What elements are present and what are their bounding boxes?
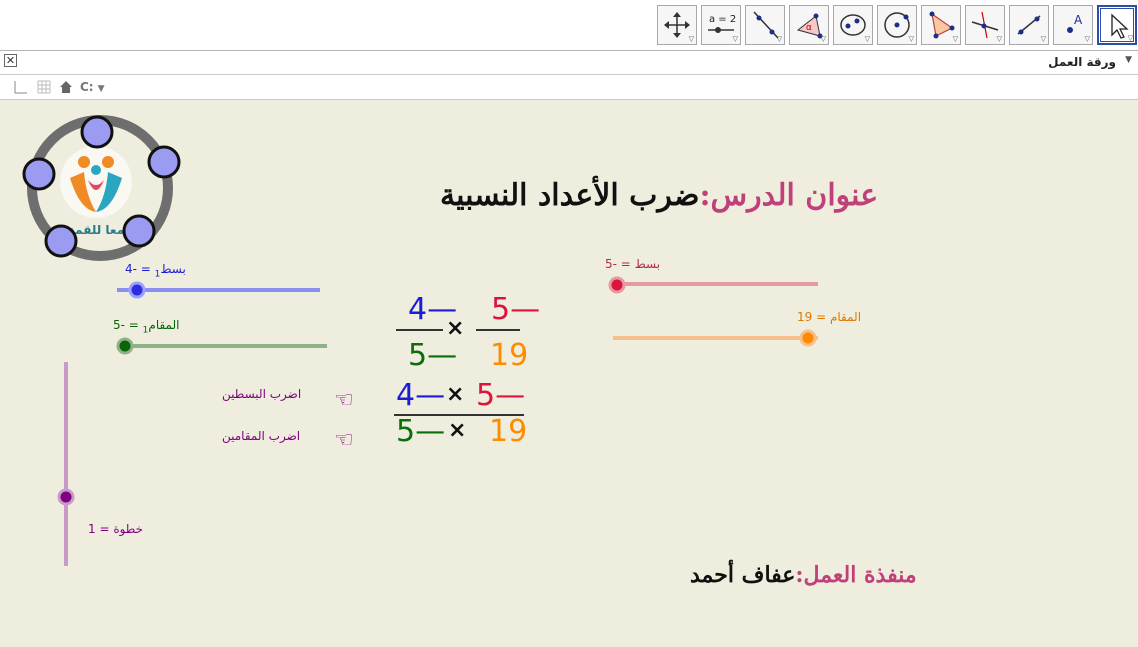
numerator-2-slider-knob[interactable] xyxy=(608,276,626,294)
fraction-2-denominator: 19 xyxy=(490,338,529,373)
axes-toggle-icon[interactable] xyxy=(12,79,28,95)
numerator-1-slider-label: بسط1 = -4 xyxy=(125,262,186,280)
close-view-button[interactable]: ✕ xyxy=(4,54,17,67)
polygon-icon xyxy=(929,11,955,39)
denominator-1-slider-label: المقام1 = -5 xyxy=(113,318,180,336)
author-label: منفذة العمل: xyxy=(795,562,917,588)
fraction-1-denominator: 5— xyxy=(408,338,458,373)
perpendicular-icon xyxy=(971,11,999,39)
move-arrows-icon xyxy=(664,12,690,38)
perpendicular-line-tool[interactable]: ▽ xyxy=(965,5,1005,45)
move-tool[interactable]: ▽ xyxy=(1097,5,1137,45)
move-graphics-view-tool[interactable]: ▽ xyxy=(657,5,697,45)
point-icon: A xyxy=(1067,13,1083,33)
denominator-2-slider-label: المقام = 19 xyxy=(797,310,862,324)
circle-tool[interactable]: ▽ xyxy=(877,5,917,45)
graphics-settings-button[interactable]: C: ▼ xyxy=(80,79,105,95)
multiply-denominators-pointer-icon[interactable]: ☜ xyxy=(334,428,354,453)
denominator-1-slider-knob[interactable] xyxy=(116,337,134,355)
product-denominator-1: 5— xyxy=(396,414,446,449)
angle-tool[interactable]: α ▽ xyxy=(789,5,829,45)
multiply-numerators-label: اضرب البسطين xyxy=(222,387,302,401)
graphics-settings-label: C: xyxy=(80,80,94,94)
step-slider-knob[interactable] xyxy=(57,488,75,506)
lesson-title-label: عنوان الدرس: xyxy=(699,178,879,213)
step-slider-label: خطوة = 1 xyxy=(88,522,144,536)
numerator-2-slider-label: بسط = -5 xyxy=(605,257,661,271)
product-numerator-1: 4— xyxy=(396,378,446,413)
toolbar: ▽ a = 2 ▽ ▽ α ▽ ▽ ▽ ▽ ▽ ▽ A ▽ ▽ xyxy=(0,0,1138,51)
logo: معا للقمة xyxy=(22,115,181,261)
style-bar: C: ▼ xyxy=(0,75,1138,100)
lesson-title: عنوان الدرس:ضرب الأعداد النسبية xyxy=(440,178,878,213)
fraction-2-numerator: 5— xyxy=(491,292,541,327)
polygon-tool[interactable]: ▽ xyxy=(921,5,961,45)
author-line: منفذة العمل:عفاف أحمد xyxy=(690,562,917,588)
slider-tool-label: a = 2 xyxy=(709,14,736,25)
home-icon[interactable] xyxy=(58,79,74,95)
line-through-points-tool[interactable]: ▽ xyxy=(745,5,785,45)
author-name: عفاف أحمد xyxy=(690,562,796,588)
conic-tool[interactable]: ▽ xyxy=(833,5,873,45)
multiply-sign: × xyxy=(446,316,465,341)
view-menu-icon[interactable]: ▼ xyxy=(1125,55,1132,65)
multiply-denominators-label: اضرب المقامين xyxy=(222,429,301,443)
product-denominator-multiply: × xyxy=(448,418,467,443)
segment-tool[interactable]: ▽ xyxy=(1009,5,1049,45)
circle-icon xyxy=(884,12,910,38)
angle-icon: α xyxy=(796,13,823,39)
product-denominator-2: 19 xyxy=(489,414,528,449)
point-tool-label: A xyxy=(1074,13,1083,27)
chevron-down-icon: ▼ xyxy=(97,84,105,94)
product-numerator-2: 5— xyxy=(476,378,526,413)
denominator-2-slider-knob[interactable] xyxy=(799,329,817,347)
graphics-view-title: ورقة العمل xyxy=(1048,55,1116,69)
slider-tool[interactable]: a = 2 ▽ xyxy=(701,5,741,45)
point-tool[interactable]: A ▽ xyxy=(1053,5,1093,45)
graphics-canvas[interactable]: معا للقمة عنوان الدرس:ضرب الأعداد النسبي… xyxy=(0,100,1138,647)
lesson-title-value: ضرب الأعداد النسبية xyxy=(440,178,700,213)
product-numerator-multiply: × xyxy=(446,382,465,407)
grid-toggle-icon[interactable] xyxy=(36,79,52,95)
slider-icon: a = 2 xyxy=(708,14,736,33)
multiply-numerators-pointer-icon[interactable]: ☜ xyxy=(334,388,354,413)
numerator-1-slider-knob[interactable] xyxy=(128,281,146,299)
graphics-view-titlebar: ✕ ورقة العمل ▼ xyxy=(0,51,1138,75)
ellipse-icon xyxy=(840,14,866,36)
segment-icon xyxy=(1017,15,1041,35)
line-icon xyxy=(753,11,779,39)
angle-tool-label: α xyxy=(806,23,812,33)
